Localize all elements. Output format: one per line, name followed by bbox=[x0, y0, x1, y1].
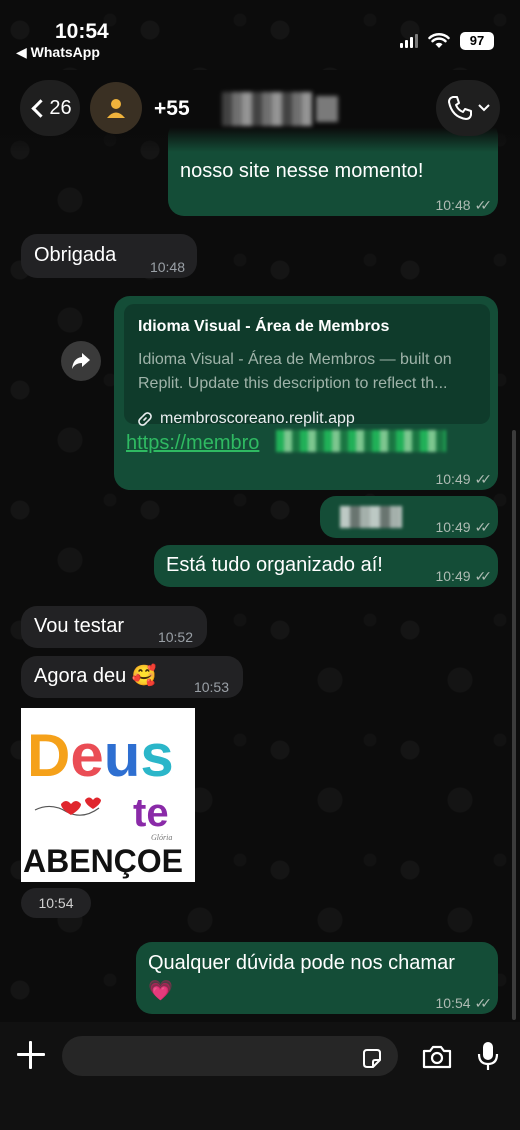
link-icon bbox=[138, 412, 152, 426]
message-time: 10:49 bbox=[435, 519, 471, 535]
svg-text:Glória: Glória bbox=[151, 833, 172, 842]
redacted-text bbox=[340, 506, 402, 528]
double-check-icon: ✓✓ bbox=[474, 568, 493, 584]
camera-icon[interactable] bbox=[421, 1044, 453, 1070]
message-time: 10:48 bbox=[149, 259, 185, 275]
message-incoming[interactable]: Vou testar 10:52 bbox=[21, 606, 207, 648]
back-to-app-link[interactable]: ◀ WhatsApp bbox=[16, 44, 100, 61]
double-check-icon: ✓✓ bbox=[474, 995, 493, 1011]
forward-button[interactable] bbox=[61, 341, 101, 381]
message-outgoing[interactable]: Qualquer dúvida pode nos chamar 💗 10:54 … bbox=[136, 942, 498, 1014]
link-preview-card[interactable]: Idioma Visual - Área de Membros Idioma V… bbox=[124, 304, 490, 427]
call-button[interactable] bbox=[436, 80, 500, 136]
signal-icon bbox=[400, 34, 418, 48]
message-text: Agora deu 🥰 bbox=[34, 665, 157, 687]
unread-count: 26 bbox=[49, 96, 72, 119]
message-text: Obrigada bbox=[34, 244, 117, 266]
chat-header: 26 +55 bbox=[0, 70, 520, 152]
chevron-down-icon bbox=[478, 104, 490, 112]
message-meta: 10:49 ✓✓ bbox=[435, 514, 493, 540]
message-outgoing[interactable]: Está tudo organizado aí! 10:49 ✓✓ bbox=[154, 545, 498, 587]
redacted-number-end bbox=[316, 96, 338, 122]
status-icons: 97 bbox=[400, 32, 494, 50]
message-meta: 10:54 ✓✓ bbox=[435, 990, 493, 1016]
message-input-bar bbox=[0, 1022, 520, 1130]
message-meta: 10:49 ✓✓ bbox=[435, 563, 493, 589]
message-meta: 10:48 ✓✓ bbox=[435, 192, 493, 218]
battery-indicator: 97 bbox=[460, 32, 494, 50]
redacted-url bbox=[276, 430, 446, 452]
sticker-icon[interactable] bbox=[360, 1047, 384, 1071]
message-outgoing-redacted[interactable]: 10:49 ✓✓ bbox=[320, 496, 498, 538]
back-button[interactable]: 26 bbox=[20, 80, 80, 136]
person-icon bbox=[107, 99, 125, 118]
link-description-2: Replit. Update this description to refle… bbox=[138, 375, 448, 392]
status-time: 10:54 bbox=[55, 20, 109, 43]
phone-icon bbox=[448, 96, 472, 120]
message-incoming[interactable]: Agora deu 🥰 10:53 bbox=[21, 656, 243, 698]
attach-plus-button[interactable] bbox=[14, 1038, 48, 1072]
avatar[interactable] bbox=[90, 82, 142, 134]
message-meta: 10:49 ✓✓ bbox=[435, 466, 493, 492]
status-bar: 10:54 ◀ WhatsApp 97 bbox=[0, 0, 520, 70]
message-text: Vou testar bbox=[34, 615, 125, 637]
double-check-icon: ✓✓ bbox=[474, 471, 493, 487]
chevron-left-icon bbox=[31, 98, 51, 118]
svg-text:ABENÇOE: ABENÇOE bbox=[23, 843, 183, 879]
sticker-graphic: Deus te Glória ABENÇOE bbox=[23, 722, 183, 879]
message-text: nosso site nesse momento! bbox=[180, 160, 424, 182]
link-description: Idioma Visual - Área de Membros — built … bbox=[138, 351, 452, 368]
contact-name[interactable]: +55 bbox=[154, 97, 190, 121]
link-domain-row: membroscoreano.replit.app bbox=[138, 406, 476, 432]
link-title: Idioma Visual - Área de Membros bbox=[138, 318, 390, 335]
message-link-preview[interactable]: Idioma Visual - Área de Membros Idioma V… bbox=[114, 296, 498, 490]
scrollbar[interactable] bbox=[512, 430, 516, 1020]
sticker-deus-te-abencoe[interactable]: Deus te Glória ABENÇOE bbox=[21, 708, 195, 882]
redacted-number bbox=[222, 92, 312, 126]
message-incoming[interactable]: Obrigada 10:48 bbox=[21, 234, 197, 278]
message-time: 10:49 bbox=[435, 568, 471, 584]
message-time: 10:49 bbox=[435, 471, 471, 487]
message-text: Está tudo organizado aí! bbox=[166, 554, 383, 576]
message-time: 10:48 bbox=[435, 197, 471, 213]
double-check-icon: ✓✓ bbox=[474, 519, 493, 535]
forward-icon bbox=[72, 353, 90, 369]
message-time: 10:54 bbox=[435, 995, 471, 1011]
svg-text:Deus: Deus bbox=[27, 722, 174, 789]
double-check-icon: ✓✓ bbox=[474, 197, 493, 213]
message-time: 10:52 bbox=[157, 629, 193, 645]
microphone-icon[interactable] bbox=[476, 1040, 500, 1072]
link-url[interactable]: https://membro bbox=[126, 430, 259, 456]
message-text: Qualquer dúvida pode nos chamar bbox=[148, 952, 455, 974]
svg-text:te: te bbox=[133, 791, 169, 835]
message-time: 10:53 bbox=[193, 679, 229, 695]
link-domain: membroscoreano.replit.app bbox=[160, 410, 355, 427]
wifi-icon bbox=[428, 33, 450, 48]
message-input[interactable] bbox=[62, 1036, 398, 1076]
message-emoji: 💗 bbox=[148, 980, 173, 1002]
sticker-time: 10:54 bbox=[21, 888, 91, 918]
